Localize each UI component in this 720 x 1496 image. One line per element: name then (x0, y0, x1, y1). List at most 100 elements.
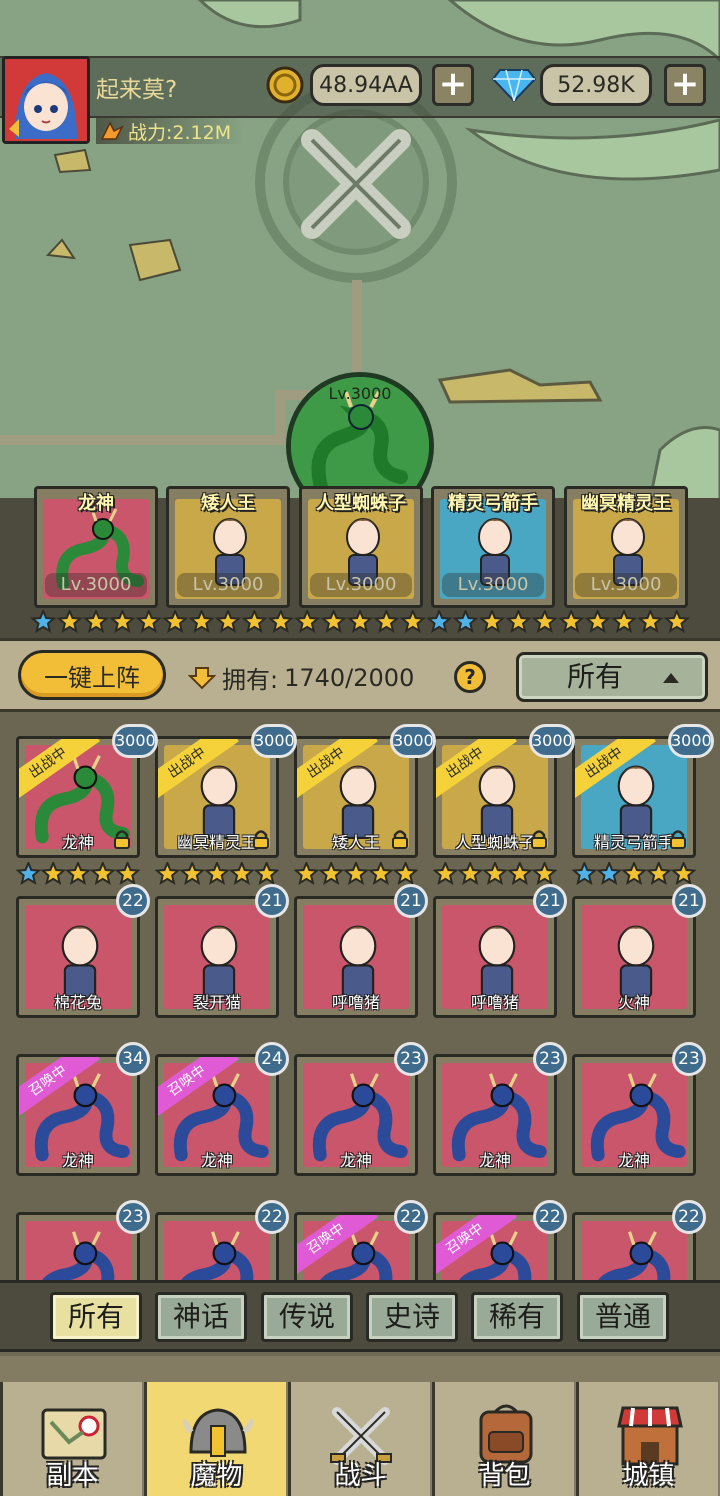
team-slot-name: 精灵弓箭手 (448, 493, 538, 514)
monster-card-portrait (581, 1221, 687, 1282)
monster-card[interactable]: 召唤中 龙神 (16, 1054, 140, 1176)
team-slot[interactable]: 人型蜘蛛子 Lv.3000 (299, 486, 423, 608)
nav-item[interactable]: 背包 (432, 1382, 574, 1496)
lock-icon[interactable] (391, 829, 409, 849)
player-name: 起来莫? (96, 77, 178, 103)
monster-card[interactable]: 呼噜猪 (433, 896, 557, 1018)
gold-star-icon (294, 862, 320, 886)
team-slot-name: 矮人王 (201, 493, 255, 514)
gold-star-icon (392, 862, 418, 886)
diamond-icon (492, 69, 536, 102)
add-gold-button[interactable]: + (432, 64, 474, 106)
combat-power: 战力:2.12M (96, 118, 246, 144)
card-star-row (16, 862, 140, 886)
level-badge: 22 (394, 1200, 428, 1234)
nav-item[interactable]: 魔物 (144, 1382, 286, 1496)
team-slot-name: 龙神 (78, 493, 114, 514)
nav-item-label: 城镇 (622, 1461, 675, 1491)
gold-star-icon (188, 610, 215, 634)
level-badge: 23 (533, 1042, 567, 1076)
gold-star-icon (179, 862, 206, 886)
dragon-icon (40, 1231, 115, 1282)
lock-icon[interactable] (669, 829, 687, 849)
gold-star-icon (82, 610, 110, 634)
monster-card[interactable]: 火神 (572, 896, 696, 1018)
gold-star-icon (267, 610, 294, 634)
level-badge: 3000 (668, 724, 714, 758)
level-badge: 23 (672, 1042, 706, 1076)
gold-star-icon (155, 862, 181, 886)
gold-coin-icon (266, 66, 304, 104)
monster-card[interactable]: 裂开猫 (155, 896, 279, 1018)
monster-card-portrait (164, 1221, 270, 1282)
blue-star-icon (596, 862, 623, 886)
rarity-tab[interactable]: 普通 (577, 1292, 669, 1342)
monster-card[interactable]: 龙神 (433, 1054, 557, 1176)
gold-star-icon (342, 862, 370, 886)
gold-star-icon (531, 610, 558, 634)
monster-card-name: 火神 (617, 993, 650, 1012)
level-badge: 3000 (390, 724, 436, 758)
gold-star-icon (584, 610, 611, 634)
level-badge: 21 (394, 884, 428, 918)
monster-card[interactable]: 棉花兔 (16, 896, 140, 1018)
monster-card[interactable]: 龙神 (572, 1054, 696, 1176)
team-slot[interactable]: 龙神 Lv.3000 (34, 486, 158, 608)
nav-item[interactable]: 副本 (0, 1382, 142, 1496)
combat-power-label: 战力:2.12M (128, 121, 232, 144)
add-diamond-button[interactable]: + (664, 64, 706, 106)
gold-star-icon (637, 610, 664, 634)
gold-star-icon (253, 862, 279, 886)
gold-star-icon (135, 610, 162, 634)
gold-star-icon (610, 610, 638, 634)
monster-card-name: 呼噜猪 (470, 993, 519, 1012)
gold-star-icon (346, 610, 374, 634)
blue-star-icon (452, 610, 479, 634)
player-avatar[interactable] (2, 56, 90, 144)
featured-level: Lv.3000 (328, 384, 392, 403)
avatar-portrait-icon (5, 59, 87, 141)
rarity-tab[interactable]: 神话 (155, 1292, 247, 1342)
arrow-down-icon (188, 666, 216, 689)
filter-dropdown[interactable]: 所有 (516, 652, 708, 702)
gold-star-icon (531, 862, 557, 886)
team-slot[interactable]: 幽冥精灵王 Lv.3000 (564, 486, 688, 608)
filter-value: 所有 (567, 660, 624, 693)
nav-item[interactable]: 战斗 (288, 1382, 430, 1496)
caret-up-icon (663, 673, 679, 683)
rarity-tab[interactable]: 稀有 (471, 1292, 563, 1342)
team-slot-level: Lv.3000 (442, 573, 544, 597)
monster-grid[interactable]: 出战中 龙神 3000 出战中 幽冥精灵王 3000 出战中 矮人王 3000 出战中 人型蜘蛛子 3… (0, 712, 720, 1282)
gold-star-icon (241, 610, 268, 634)
lock-icon[interactable] (530, 829, 548, 849)
level-badge: 21 (255, 884, 289, 918)
gold-star-icon (457, 862, 484, 886)
team-slot[interactable]: 精灵弓箭手 Lv.3000 (431, 486, 555, 608)
rarity-tab[interactable]: 传说 (261, 1292, 353, 1342)
team-slot-level: Lv.3000 (310, 573, 412, 597)
level-badge: 24 (255, 1042, 289, 1076)
lock-icon[interactable] (252, 829, 270, 849)
monster-card-name: 棉花兔 (53, 993, 102, 1012)
monster-card[interactable]: 呼噜猪 (294, 896, 418, 1018)
rarity-tab[interactable]: 所有 (50, 1292, 142, 1342)
level-badge: 23 (394, 1042, 428, 1076)
card-star-row (433, 862, 557, 886)
team-slot[interactable]: 矮人王 Lv.3000 (166, 486, 290, 608)
gold-star-icon (203, 862, 231, 886)
lock-icon[interactable] (113, 829, 131, 849)
monster-card-name: 龙神 (478, 1151, 511, 1170)
monster-card-name: 龙神 (200, 1151, 233, 1170)
gold-star-icon (162, 610, 189, 634)
nav-item-label: 背包 (478, 1461, 531, 1491)
help-icon[interactable]: ? (454, 661, 486, 693)
gold-star-icon (620, 862, 648, 886)
level-badge: 22 (255, 1200, 289, 1234)
gold-star-icon (109, 610, 136, 634)
auto-deploy-button[interactable]: 一键上阵 (18, 650, 166, 700)
owned-value: 1740/2000 (284, 663, 415, 692)
rarity-tab[interactable]: 史诗 (366, 1292, 458, 1342)
monster-card[interactable]: 龙神 (294, 1054, 418, 1176)
monster-card[interactable]: 召唤中 龙神 (155, 1054, 279, 1176)
nav-item[interactable]: 城镇 (576, 1382, 718, 1496)
